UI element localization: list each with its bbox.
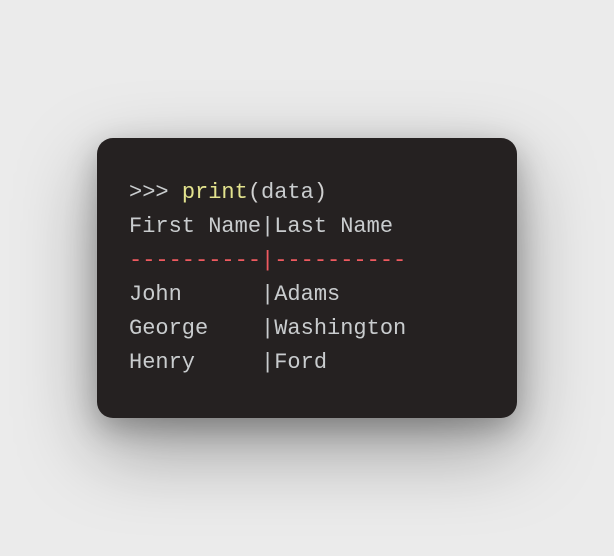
table-row: George |Washington — [129, 312, 485, 346]
function-name: print — [182, 180, 248, 205]
terminal-window: >>> print(data) First Name|Last Name ---… — [97, 138, 517, 419]
table-separator: ----------|---------- — [129, 244, 485, 278]
table-row: Henry |Ford — [129, 346, 485, 380]
close-paren: ) — [314, 180, 327, 205]
table-row: John |Adams — [129, 278, 485, 312]
open-paren: ( — [248, 180, 261, 205]
table-header: First Name|Last Name — [129, 210, 485, 244]
prompt: >>> — [129, 180, 182, 205]
argument: data — [261, 180, 314, 205]
input-line: >>> print(data) — [129, 176, 485, 210]
